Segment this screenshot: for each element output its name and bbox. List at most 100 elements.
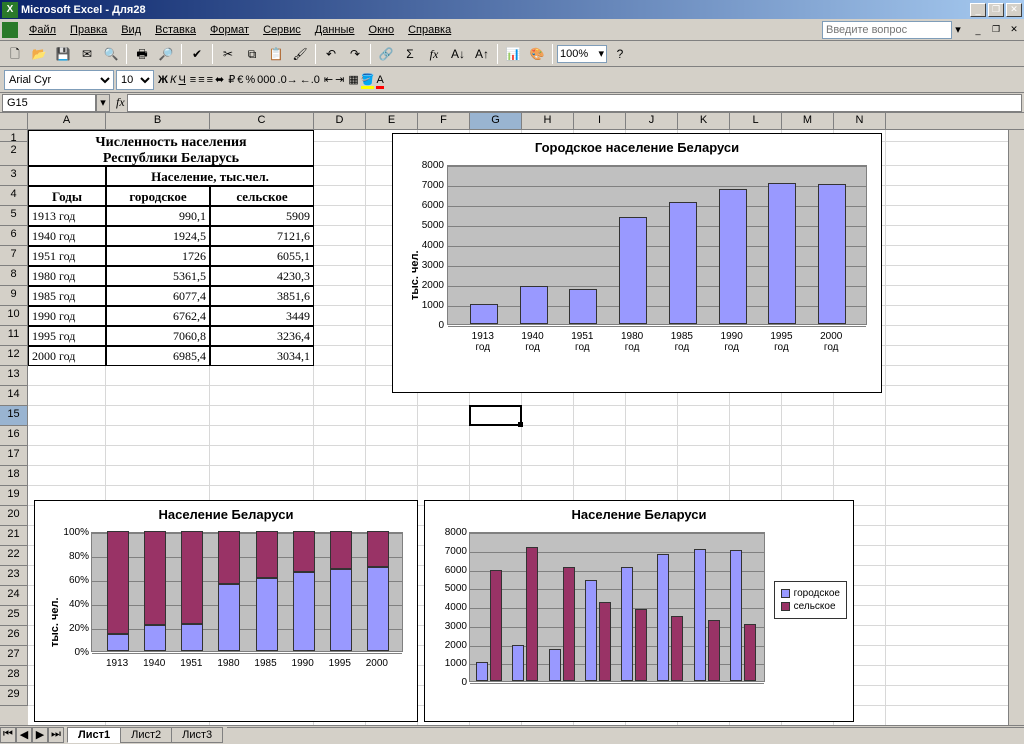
menu-view[interactable]: Вид [114,22,148,38]
doc-restore-button[interactable]: ❐ [988,23,1004,37]
table-cell[interactable]: 6762,4 [106,306,210,326]
print-preview-icon[interactable]: 🔎 [155,43,177,65]
table-cell[interactable]: 1985 год [28,286,106,306]
font-color-icon[interactable]: A [376,74,383,86]
table-cell[interactable]: 990,1 [106,206,210,226]
horizontal-scrollbar[interactable] [227,727,1024,743]
column-header-L[interactable]: L [730,113,782,129]
row-header-25[interactable]: 25 [0,606,28,626]
row-header-13[interactable]: 13 [0,366,28,386]
row-header-27[interactable]: 27 [0,646,28,666]
chart-population-grouped[interactable]: Население Беларуси 010002000300040005000… [424,500,854,722]
sheet-tab-Лист1[interactable]: Лист1 [67,727,121,743]
mail-icon[interactable]: ✉ [76,43,98,65]
paste-icon[interactable]: 📋 [265,43,287,65]
row-header-29[interactable]: 29 [0,686,28,706]
table-cell[interactable]: 5361,5 [106,266,210,286]
column-header-G[interactable]: G [470,113,522,129]
row-header-7[interactable]: 7 [0,246,28,266]
row-header-19[interactable]: 19 [0,486,28,506]
menu-help[interactable]: Справка [401,22,458,38]
table-cell[interactable]: 6077,4 [106,286,210,306]
copy-icon[interactable]: ⧉ [241,43,263,65]
print-icon[interactable]: 🖶 [131,43,153,65]
table-cell[interactable] [28,166,106,186]
sheet-tab-Лист2[interactable]: Лист2 [120,727,172,743]
search-icon[interactable]: 🔍 [100,43,122,65]
table-cell[interactable]: Годы [28,186,106,206]
column-header-D[interactable]: D [314,113,366,129]
table-cell[interactable]: 7060,8 [106,326,210,346]
table-cell[interactable]: 1924,5 [106,226,210,246]
column-header-N[interactable]: N [834,113,886,129]
table-cell[interactable]: 3851,6 [210,286,314,306]
column-header-I[interactable]: I [574,113,626,129]
sort-desc-icon[interactable]: A↑ [471,43,493,65]
help-icon[interactable]: ? [609,43,631,65]
formula-input[interactable] [127,94,1022,112]
save-icon[interactable]: 💾 [52,43,74,65]
comma-icon[interactable]: 000 [257,74,275,86]
table-cell[interactable]: 1995 год [28,326,106,346]
column-header-F[interactable]: F [418,113,470,129]
drawing-icon[interactable]: 🎨 [526,43,548,65]
row-header-6[interactable]: 6 [0,226,28,246]
chart-wizard-icon[interactable]: 📊 [502,43,524,65]
column-header-H[interactable]: H [522,113,574,129]
cut-icon[interactable]: ✂ [217,43,239,65]
table-cell[interactable]: Численность населенияРеспублики Беларусь [28,130,314,166]
merge-center-icon[interactable]: ⬌ [215,73,224,86]
table-cell[interactable]: 1940 год [28,226,106,246]
restore-button[interactable]: ❐ [988,3,1004,17]
table-cell[interactable]: 1913 год [28,206,106,226]
table-cell[interactable]: 3236,4 [210,326,314,346]
row-header-4[interactable]: 4 [0,186,28,206]
underline-icon[interactable]: Ч [178,74,185,86]
chart-urban-population[interactable]: Городское население Беларуси тыс. чел. 0… [392,133,882,393]
menu-insert[interactable]: Вставка [148,22,203,38]
row-header-5[interactable]: 5 [0,206,28,226]
tab-nav-next[interactable]: ▶ [32,727,48,743]
table-cell[interactable]: 5909 [210,206,314,226]
euro-icon[interactable]: € [237,74,243,86]
table-cell[interactable]: 6055,1 [210,246,314,266]
table-cell[interactable]: 7121,6 [210,226,314,246]
row-header-18[interactable]: 18 [0,466,28,486]
row-header-8[interactable]: 8 [0,266,28,286]
name-box-dropdown[interactable]: ▾ [96,94,110,112]
table-cell[interactable]: городское [106,186,210,206]
vertical-scrollbar[interactable] [1008,130,1024,725]
menu-file[interactable]: Файл [22,22,63,38]
chart-population-percent[interactable]: Население Беларуси тыс. чел. 0%20%40%60%… [34,500,418,722]
close-button[interactable]: ✕ [1006,3,1022,17]
row-header-1[interactable]: 1 [0,130,28,142]
row-header-9[interactable]: 9 [0,286,28,306]
table-cell[interactable]: 3449 [210,306,314,326]
row-header-14[interactable]: 14 [0,386,28,406]
row-header-22[interactable]: 22 [0,546,28,566]
menu-window[interactable]: Окно [362,22,402,38]
row-header-12[interactable]: 12 [0,346,28,366]
tab-nav-prev[interactable]: ◀ [16,727,32,743]
table-cell[interactable]: 1980 год [28,266,106,286]
column-header-E[interactable]: E [366,113,418,129]
minimize-button[interactable]: _ [970,3,986,17]
menu-edit[interactable]: Правка [63,22,114,38]
currency-icon[interactable]: ₽ [228,73,235,86]
row-header-16[interactable]: 16 [0,426,28,446]
column-header-K[interactable]: K [678,113,730,129]
row-header-21[interactable]: 21 [0,526,28,546]
column-header-A[interactable]: A [28,113,106,129]
autosum-icon[interactable]: Σ [399,43,421,65]
table-cell[interactable]: 2000 год [28,346,106,366]
increase-decimal-icon[interactable]: .0→ [278,74,298,86]
table-cell[interactable]: 1726 [106,246,210,266]
row-header-2[interactable]: 2 [0,142,28,166]
undo-icon[interactable]: ↶ [320,43,342,65]
borders-icon[interactable]: ▦ [348,73,358,86]
align-right-icon[interactable]: ≡ [207,74,213,86]
hyperlink-icon[interactable]: 🔗 [375,43,397,65]
sheet-tab-Лист3[interactable]: Лист3 [171,727,223,743]
row-header-15[interactable]: 15 [0,406,28,426]
column-header-B[interactable]: B [106,113,210,129]
